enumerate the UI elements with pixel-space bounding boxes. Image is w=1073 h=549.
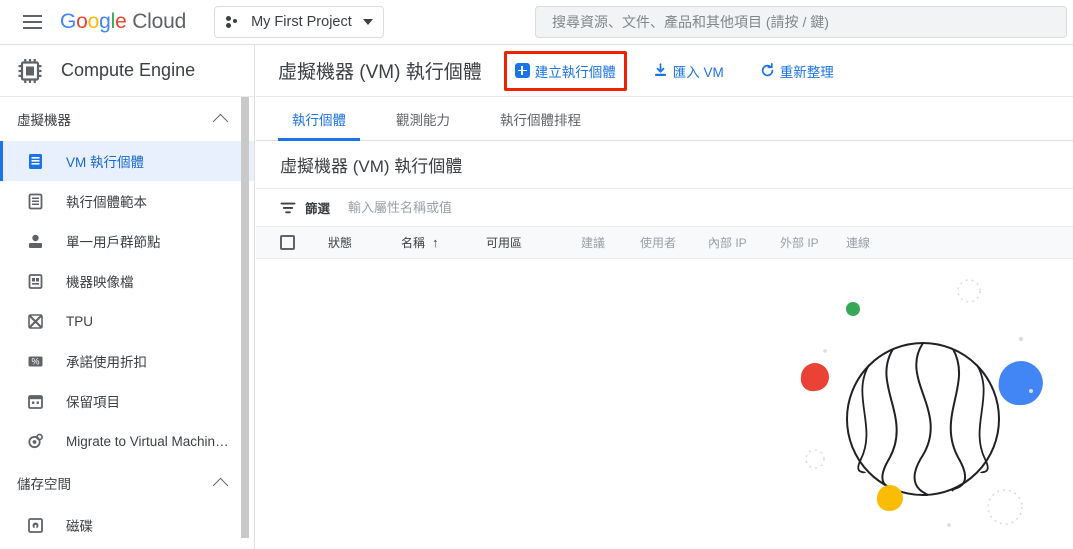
create-instance-highlight: 建立執行個體: [503, 50, 627, 91]
project-name: My First Project: [251, 14, 352, 30]
import-vm-button[interactable]: 匯入 VM: [645, 56, 732, 86]
column-header-internal-ip[interactable]: 內部 IP: [708, 234, 747, 251]
sidebar-group-storage[interactable]: 儲存空間: [0, 461, 254, 505]
tab-instances[interactable]: 執行個體: [278, 97, 360, 141]
sidebar-group-label: 虛擬機器: [17, 113, 71, 128]
sidebar-item-label: 單一用戶群節點: [66, 235, 161, 250]
filter-input[interactable]: [346, 199, 607, 216]
red-blob: [800, 363, 829, 392]
create-instance-label: 建立執行個體: [534, 64, 616, 80]
table-header-row: 狀態 名稱 ↑ 可用區 建議 使用者 內部 IP 外部 IP 連線: [256, 227, 1073, 259]
empty-state-globe-illustration: [773, 269, 1073, 549]
sidebar-scrollbar[interactable]: [241, 97, 249, 538]
refresh-button[interactable]: 重新整理: [752, 56, 842, 86]
sidebar-item-label: 磁碟: [66, 519, 93, 534]
tab-bar: 執行個體 觀測能力 執行個體排程: [256, 97, 1073, 141]
sidebar-item-committed-use-discounts[interactable]: % 承諾使用折扣: [0, 341, 254, 381]
sidebar-item-instance-templates[interactable]: 執行個體範本: [0, 181, 254, 221]
vm-instance-icon: [26, 152, 45, 171]
product-title: Compute Engine: [61, 60, 196, 80]
column-header-zone[interactable]: 可用區: [486, 234, 522, 251]
project-dots-icon: [226, 15, 241, 29]
refresh-label: 重新整理: [779, 64, 834, 80]
top-navigation-bar: Google Cloud My First Project: [0, 0, 1073, 45]
console-page: Google Cloud My First Project 搜尋資源、文件、產品…: [0, 0, 1073, 549]
import-icon: [653, 63, 668, 78]
search-input[interactable]: [550, 13, 1052, 31]
disk-icon: [26, 516, 45, 535]
sole-tenant-node-icon: [26, 232, 45, 251]
project-selector[interactable]: My First Project: [214, 6, 384, 38]
sidebar-item-sole-tenant-nodes[interactable]: 單一用戶群節點: [0, 221, 254, 261]
column-header-name[interactable]: 名稱 ↑: [401, 234, 439, 251]
sidebar-item-reservations[interactable]: 保留項目: [0, 381, 254, 421]
hamburger-line: [22, 21, 42, 23]
sidebar-item-label: 執行個體範本: [66, 195, 147, 210]
column-header-name-label: 名稱: [401, 236, 426, 250]
blue-blob: [998, 361, 1043, 406]
column-header-in-use-by[interactable]: 使用者: [640, 234, 676, 251]
instance-template-icon: [26, 192, 45, 211]
sidebar-nav: 虛擬機器 VM 執行個體 執行個體範本 單一用戶群節點 機器映像檔 TPU % …: [0, 97, 254, 549]
section-title: 虛擬機器 (VM) 執行個體: [256, 141, 1073, 189]
hamburger-menu-icon[interactable]: [17, 7, 47, 37]
tab-instance-schedules[interactable]: 執行個體排程: [486, 97, 595, 140]
sidebar-item-migrate-to-virtual-machines[interactable]: Migrate to Virtual Machin…: [0, 421, 254, 461]
migrate-icon: [26, 432, 45, 451]
tab-observability[interactable]: 觀測能力: [382, 97, 464, 140]
column-header-recommendation[interactable]: 建議: [581, 234, 605, 251]
tab-label: 觀測能力: [396, 112, 450, 128]
sidebar-item-label: Migrate to Virtual Machin…: [66, 433, 229, 449]
sidebar-item-label: 保留項目: [66, 395, 120, 410]
column-header-connect[interactable]: 連線: [846, 234, 870, 251]
hamburger-line: [22, 27, 42, 30]
calendar-icon: [26, 392, 45, 411]
chevron-up-icon: [212, 113, 229, 129]
logo-cloud-word: Cloud: [132, 10, 187, 33]
filter-label: 篩選: [305, 202, 331, 216]
tab-label: 執行個體: [292, 112, 346, 128]
sidebar-item-label: 承諾使用折扣: [66, 355, 147, 370]
sidebar-item-label: VM 執行個體: [66, 155, 145, 170]
sidebar-item-label: 機器映像檔: [66, 275, 134, 290]
refresh-icon: [760, 63, 775, 78]
sidebar-group-virtual-machines[interactable]: 虛擬機器: [0, 97, 254, 141]
add-box-icon: [514, 63, 530, 78]
sidebar-item-machine-images[interactable]: 機器映像檔: [0, 261, 254, 301]
chip-icon: [17, 58, 43, 83]
google-cloud-logo[interactable]: Google Cloud: [60, 10, 186, 34]
import-vm-label: 匯入 VM: [672, 64, 724, 80]
chevron-down-icon: [362, 19, 373, 25]
create-instance-button[interactable]: 建立執行個體: [513, 56, 618, 86]
main-content: 虛擬機器 (VM) 執行個體 建立執行個體 匯入 VM 重新整理 執行個體 觀測…: [256, 45, 1073, 549]
green-dot: [846, 302, 860, 316]
sidebar-item-tpu[interactable]: TPU: [0, 301, 254, 341]
percent-icon: %: [26, 352, 45, 371]
sidebar-item-vm-instances[interactable]: VM 執行個體: [0, 141, 254, 181]
filter-bar: 篩選: [256, 189, 1073, 227]
tab-label: 執行個體排程: [500, 112, 581, 128]
chevron-up-icon: [212, 477, 229, 493]
column-header-status[interactable]: 狀態: [328, 234, 352, 251]
sidebar: Compute Engine 虛擬機器 VM 執行個體 執行個體範本 單一用戶群…: [0, 45, 255, 549]
machine-image-icon: [26, 272, 45, 291]
yellow-blob: [876, 485, 903, 512]
hamburger-line: [22, 14, 42, 17]
select-all-checkbox[interactable]: [280, 235, 295, 250]
product-header: Compute Engine: [0, 45, 254, 97]
sidebar-item-disks[interactable]: 磁碟: [0, 505, 254, 545]
page-title: 虛擬機器 (VM) 執行個體: [278, 62, 482, 83]
global-search-box[interactable]: [535, 6, 1067, 38]
page-toolbar: 虛擬機器 (VM) 執行個體 建立執行個體 匯入 VM 重新整理: [256, 45, 1073, 97]
tpu-icon: [26, 312, 45, 331]
column-header-external-ip[interactable]: 外部 IP: [780, 234, 819, 251]
svg-text:%: %: [31, 356, 39, 366]
sidebar-group-label: 儲存空間: [17, 477, 71, 492]
filter-icon[interactable]: [280, 201, 296, 215]
sort-ascending-icon: ↑: [432, 235, 439, 250]
sidebar-item-label: TPU: [66, 313, 93, 329]
